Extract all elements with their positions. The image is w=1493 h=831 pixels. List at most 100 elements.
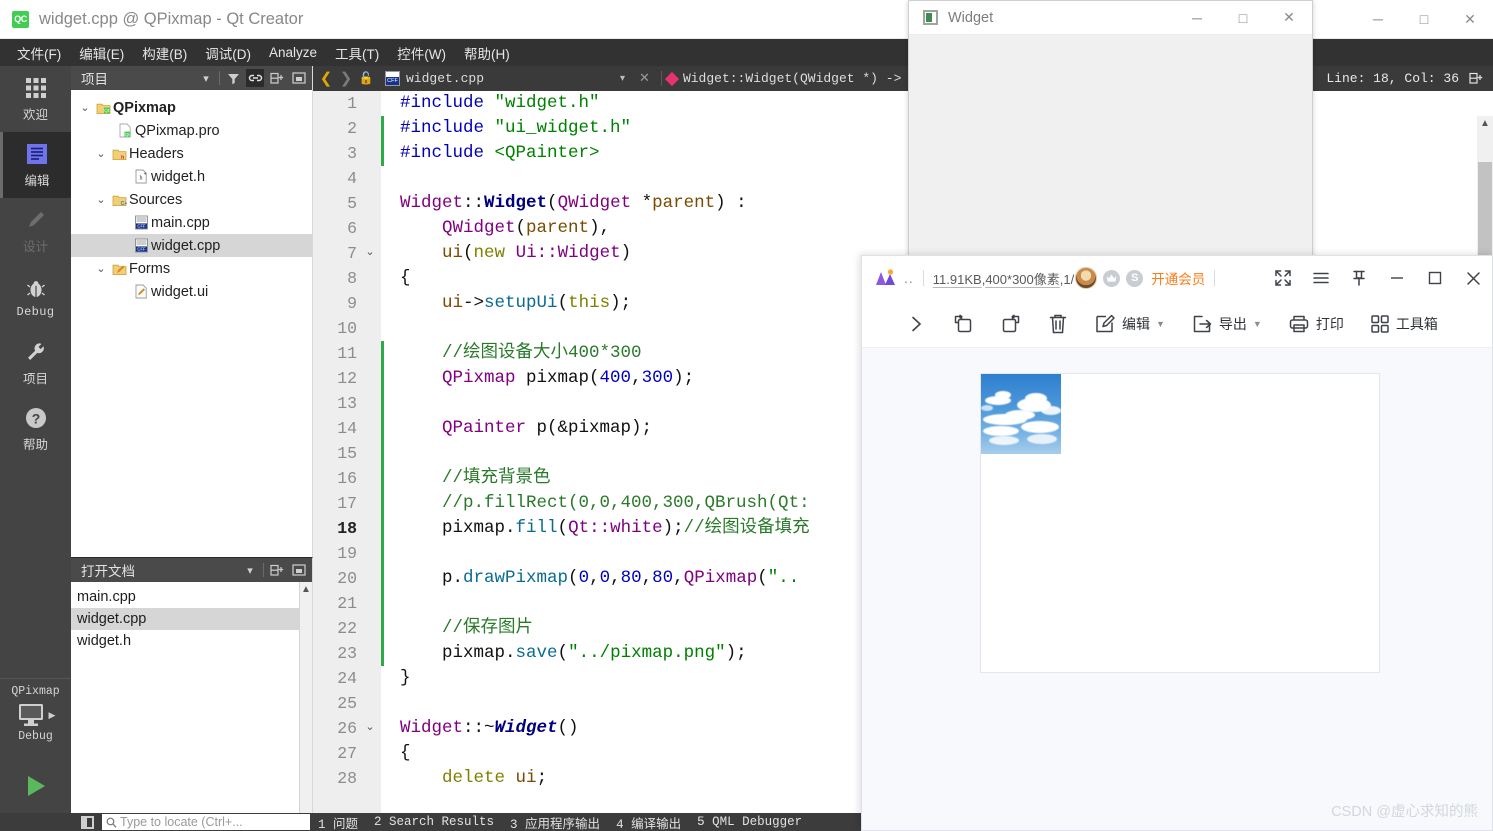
editor-tab-widget-cpp[interactable]: widget.cpp ▾ ✕ [379, 66, 656, 91]
open-doc-widget-cpp[interactable]: widget.cpp [71, 608, 312, 630]
status-pane-app-output[interactable]: 3 应用程序输出 [502, 813, 608, 831]
image-canvas[interactable]: CSDN @虚心求知的熊 [862, 348, 1492, 830]
tree-item-qpixmap-pro[interactable]: Qt QPixmap.pro [71, 119, 312, 142]
chevron-down-icon[interactable]: ⌄ [77, 101, 93, 114]
close-panel-icon[interactable] [290, 69, 308, 87]
split-editor-icon[interactable] [1469, 72, 1483, 85]
breadcrumb[interactable]: Widget::Widget(QWidget *) -> [664, 71, 901, 86]
tree-item-widget-cpp[interactable]: CFF widget.cpp [71, 234, 312, 257]
open-documents-scrollbar[interactable]: ▲ [299, 582, 312, 813]
code-line[interactable]: 3 #include <QPainter> [313, 141, 1493, 166]
chevron-down-icon[interactable]: ⌄ [93, 147, 109, 160]
mode-welcome[interactable]: 欢迎 [0, 66, 71, 132]
menu-icon[interactable] [1302, 256, 1340, 300]
status-pane-issues[interactable]: 1 问题 [310, 813, 366, 831]
menu-tools[interactable]: 工具(T) [326, 40, 388, 66]
rotate-right-button[interactable] [1000, 313, 1022, 335]
fold-chevron-icon[interactable]: ⌄ [359, 716, 381, 741]
mode-debug[interactable]: Debug [0, 264, 71, 330]
chevron-down-icon[interactable]: ▼ [1253, 319, 1262, 329]
viewer-dots[interactable]: .. [904, 270, 914, 286]
tree-item-qpixmap[interactable]: ⌄ Qt QPixmap [71, 96, 312, 119]
menu-debug[interactable]: 调试(D) [196, 40, 260, 66]
crown-badge-icon[interactable] [1103, 269, 1121, 287]
open-doc-widget-h[interactable]: widget.h [71, 630, 312, 652]
code-line[interactable]: 2 #include "ui_widget.h" [313, 116, 1493, 141]
code-line[interactable]: 5 Widget::Widget(QWidget *parent) : [313, 191, 1493, 216]
status-pane-compile-output[interactable]: 4 编译输出 [608, 813, 689, 831]
pixmap-image[interactable] [980, 373, 1380, 673]
close-tab-icon[interactable]: ✕ [639, 71, 650, 86]
edit-button[interactable]: 编辑 ▼ [1094, 313, 1165, 335]
open-doc-main-cpp[interactable]: main.cpp [71, 586, 312, 608]
minimize-icon[interactable] [1378, 256, 1416, 300]
scroll-up-icon[interactable]: ▲ [300, 582, 312, 595]
run-button[interactable] [0, 766, 71, 806]
menu-help[interactable]: 帮助(H) [455, 40, 519, 66]
outer-close-button[interactable]: ✕ [1447, 2, 1493, 36]
locator-input[interactable]: Type to locate (Ctrl+... [102, 814, 310, 830]
tree-item-widget-h[interactable]: h + widget.h [71, 165, 312, 188]
code-line[interactable]: 6 QWidget(parent), [313, 216, 1493, 241]
code-line[interactable]: 4 [313, 166, 1493, 191]
chevron-down-icon[interactable]: ⌄ [93, 262, 109, 275]
chevron-down-icon[interactable]: ⌄ [93, 193, 109, 206]
close-icon[interactable] [1454, 256, 1492, 300]
mode-projects[interactable]: 项目 [0, 330, 71, 396]
code-line[interactable]: 1 #include "widget.h" [313, 91, 1493, 116]
tree-item-headers[interactable]: ⌄ h Headers [71, 142, 312, 165]
split-icon[interactable] [268, 561, 286, 579]
menu-file[interactable]: 文件(F) [8, 40, 70, 66]
chevron-down-icon[interactable]: ▾ [620, 73, 625, 85]
screen-root: QC widget.cpp @ QPixmap - Qt Creator 文件(… [0, 0, 1493, 831]
tree-item-sources[interactable]: ⌄ C++ Sources [71, 188, 312, 211]
status-pane-search-results[interactable]: 2 Search Results [366, 815, 502, 829]
fullscreen-icon[interactable] [1264, 256, 1302, 300]
mode-help[interactable]: ? 帮助 [0, 396, 71, 462]
nav-back-icon[interactable]: ❮ [317, 69, 335, 88]
mode-edit[interactable]: 编辑 [0, 132, 71, 198]
menu-widgets[interactable]: 控件(W) [388, 40, 455, 66]
menu-build[interactable]: 构建(B) [133, 40, 196, 66]
line-number: 5 [347, 194, 357, 213]
widget-close-button[interactable]: ✕ [1266, 1, 1312, 35]
tree-item-forms[interactable]: ⌄ Forms [71, 257, 312, 280]
tree-item-widget-ui[interactable]: widget.ui [71, 280, 312, 303]
s-badge-icon[interactable]: S [1126, 269, 1144, 287]
link-icon[interactable] [246, 69, 264, 87]
lock-icon[interactable]: 🔓 [357, 71, 375, 86]
mode-design[interactable]: 设计 [0, 198, 71, 264]
delete-button[interactable] [1048, 313, 1068, 335]
print-button[interactable]: 打印 [1288, 314, 1344, 334]
split-icon[interactable] [268, 69, 286, 87]
code-text: //p.fillRect(0,0,400,300,QBrush(Qt: [400, 493, 810, 513]
status-pane-qml-debugger[interactable]: 5 QML Debugger [689, 815, 810, 829]
code-text: //绘图设备大小400*300 [400, 343, 642, 363]
menu-edit[interactable]: 编辑(E) [70, 40, 133, 66]
open-documents-panel: 打开文档 ▾ main.cpp widget.cpp widget.h ▲ [71, 557, 313, 813]
rotate-left-button[interactable] [952, 313, 974, 335]
nav-forward-icon[interactable]: ❯ [337, 69, 355, 88]
vip-link[interactable]: 开通会员 [1151, 268, 1205, 288]
next-image-button[interactable] [906, 314, 926, 334]
scroll-up-icon[interactable]: ▲ [1477, 116, 1493, 129]
export-button[interactable]: 导出 ▼ [1191, 313, 1262, 335]
toggle-sidebar-button[interactable] [76, 813, 98, 831]
panel-dropdown-icon[interactable]: ▾ [241, 561, 259, 579]
chevron-down-icon[interactable]: ▼ [1156, 319, 1165, 329]
pin-icon[interactable] [1340, 256, 1378, 300]
toolbox-button[interactable]: 工具箱 [1370, 314, 1438, 334]
widget-maximize-button[interactable]: □ [1220, 1, 1266, 35]
filter-icon[interactable] [224, 69, 242, 87]
close-panel-icon[interactable] [290, 561, 308, 579]
outer-maximize-button[interactable]: □ [1401, 2, 1447, 36]
menu-analyze[interactable]: Analyze [260, 42, 326, 63]
maximize-icon[interactable] [1416, 256, 1454, 300]
avatar[interactable] [1075, 267, 1098, 289]
outer-minimize-button[interactable]: ─ [1355, 2, 1401, 36]
panel-dropdown-icon[interactable]: ▾ [197, 69, 215, 87]
tree-item-main-cpp[interactable]: CFF main.cpp [71, 211, 312, 234]
fold-chevron-icon[interactable]: ⌄ [359, 241, 381, 266]
code-text: pixmap.fill(Qt::white);//绘图设备填充 [400, 518, 810, 538]
widget-minimize-button[interactable]: ─ [1174, 1, 1220, 35]
